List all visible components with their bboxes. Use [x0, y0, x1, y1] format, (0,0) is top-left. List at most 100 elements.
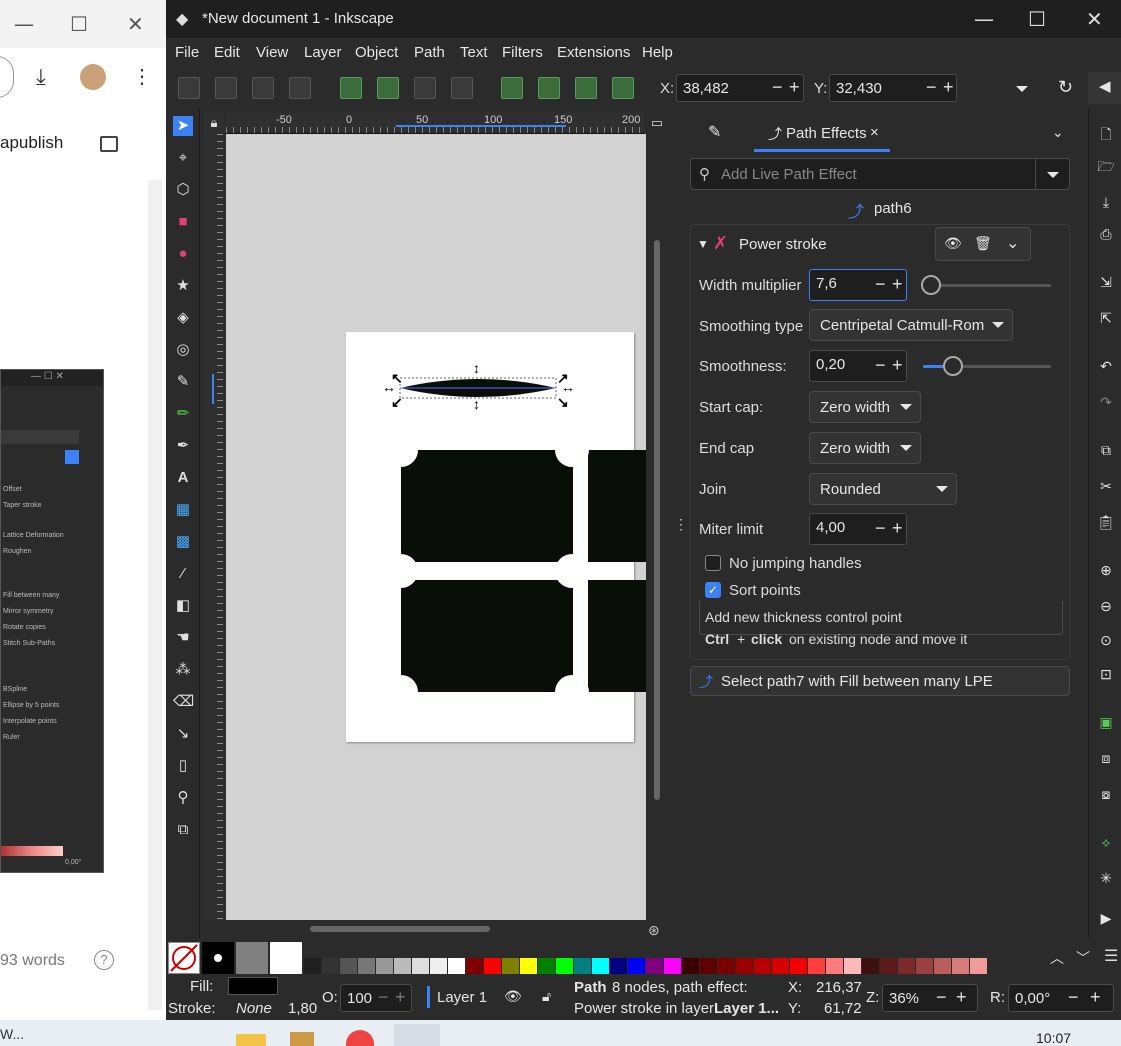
- save-icon[interactable]: ⤓: [1097, 194, 1115, 212]
- vertical-ruler[interactable]: [203, 134, 225, 920]
- palette-swatch[interactable]: [646, 958, 663, 974]
- palette-swatch[interactable]: [790, 958, 807, 974]
- eye-visible-icon[interactable]: 👁︎: [944, 235, 962, 252]
- palette-swatch[interactable]: [916, 958, 933, 974]
- deselect-button[interactable]: [252, 77, 274, 99]
- select-same-button[interactable]: [289, 77, 311, 99]
- join-select[interactable]: Rounded: [809, 473, 957, 505]
- palette-swatch[interactable]: [628, 958, 645, 974]
- smoothness-decrement-button[interactable]: −: [875, 355, 886, 376]
- lower-button[interactable]: [575, 77, 597, 99]
- menu-text[interactable]: Text: [460, 44, 488, 61]
- zoom-out-button[interactable]: −: [936, 987, 947, 1008]
- spiral-tool-icon[interactable]: ◎: [173, 340, 193, 360]
- scale-handle-se[interactable]: ↘: [557, 394, 569, 411]
- help-icon[interactable]: ?: [94, 950, 114, 970]
- inkscape-taskbar-icon[interactable]: [394, 1024, 440, 1046]
- scale-handle-n[interactable]: ↕: [473, 360, 480, 376]
- rotate-ccw-button[interactable]: [340, 77, 362, 99]
- palette-swatch[interactable]: [880, 958, 897, 974]
- palette-swatch[interactable]: [556, 958, 573, 974]
- palette-scroll-up-icon[interactable]: ︿: [1050, 948, 1064, 968]
- palette-menu-icon[interactable]: ☰: [1104, 946, 1118, 966]
- palette-swatch[interactable]: [502, 958, 519, 974]
- palette-swatch[interactable]: [358, 958, 375, 974]
- app-icon[interactable]: [290, 1032, 314, 1046]
- palette-swatch[interactable]: [538, 958, 555, 974]
- more-menu-icon[interactable]: ⋮: [132, 64, 152, 89]
- 3d-box-tool-icon[interactable]: ◈: [173, 308, 193, 328]
- maximize-icon[interactable]: ☐: [70, 12, 88, 36]
- ungroup-icon[interactable]: ✳: [1097, 870, 1115, 888]
- fill-indicator[interactable]: [228, 977, 278, 995]
- palette-swatch[interactable]: [448, 958, 465, 974]
- canvas-horizontal-scrollbar[interactable]: [310, 926, 490, 932]
- expand-arrow-icon[interactable]: ▶: [1097, 910, 1115, 928]
- measure-tool-icon[interactable]: ⧉: [173, 820, 193, 840]
- tab-path-effects[interactable]: ⤴ Path Effects ×: [754, 116, 890, 152]
- y-decrement-button[interactable]: −: [926, 77, 937, 98]
- pencil-tool-icon[interactable]: ✏: [173, 404, 193, 424]
- chrome-icon[interactable]: [346, 1030, 374, 1046]
- stroke-value[interactable]: None: [236, 1000, 272, 1017]
- flip-vertical-button[interactable]: [451, 77, 473, 99]
- tweak-tool-icon[interactable]: ☚: [173, 628, 193, 648]
- palette-swatch[interactable]: [664, 958, 681, 974]
- import-icon[interactable]: ⇲: [1097, 274, 1115, 292]
- scale-handle-e[interactable]: ↔: [561, 379, 575, 395]
- effect-menu-chevron-icon[interactable]: ⌄: [1006, 233, 1019, 253]
- palette-swatch[interactable]: [376, 958, 393, 974]
- x-decrement-button[interactable]: −: [772, 77, 783, 98]
- tile-shape[interactable]: [588, 580, 646, 692]
- palette-swatch[interactable]: [394, 958, 411, 974]
- start-cap-select[interactable]: Zero width: [809, 391, 921, 423]
- layer-visibility-icon[interactable]: 👁︎: [504, 988, 522, 1005]
- tile-shape[interactable]: [401, 580, 573, 692]
- calligraphy-tool-icon[interactable]: ✒: [173, 436, 193, 456]
- no-jumping-handles-checkbox[interactable]: [705, 555, 721, 571]
- palette-scroll-down-icon[interactable]: ﹀: [1076, 948, 1090, 968]
- rotate-minus-button[interactable]: −: [1068, 987, 1079, 1008]
- selector-tool-icon[interactable]: ➤: [173, 116, 193, 136]
- end-cap-select[interactable]: Zero width: [809, 432, 921, 464]
- menu-layer[interactable]: Layer: [304, 44, 342, 61]
- effect-list-dropdown[interactable]: [1047, 172, 1059, 178]
- palette-swatch[interactable]: [736, 958, 753, 974]
- paint-bucket-tool-icon[interactable]: ◧: [173, 596, 193, 616]
- layer-name[interactable]: Layer 1: [437, 989, 487, 1006]
- menu-edit[interactable]: Edit: [214, 44, 240, 61]
- palette-swatch[interactable]: [592, 958, 609, 974]
- add-effect-search[interactable]: ⚲ Add Live Path Effect: [690, 158, 1070, 190]
- miter-decrement-button[interactable]: −: [875, 518, 886, 539]
- palette-swatch[interactable]: [772, 958, 789, 974]
- dropper-tool-icon[interactable]: ⁄: [173, 564, 193, 584]
- gray-swatch[interactable]: [236, 942, 268, 974]
- scale-handle-w[interactable]: ↔: [382, 379, 396, 395]
- snap-toggle-icon[interactable]: ↻: [1058, 77, 1073, 98]
- browser-scrollbar[interactable]: [148, 180, 162, 1010]
- tile-shape[interactable]: [401, 450, 573, 562]
- palette-swatch[interactable]: [970, 958, 987, 974]
- zoom-drawing-icon[interactable]: ⊖: [1097, 598, 1115, 616]
- palette-swatch[interactable]: [700, 958, 717, 974]
- gradient-tool-icon[interactable]: ▦: [173, 500, 193, 520]
- export-icon[interactable]: ⇱: [1097, 310, 1115, 328]
- unlink-clone-icon[interactable]: ⧇: [1097, 786, 1115, 804]
- menu-path[interactable]: Path: [414, 44, 445, 61]
- display-mode-icon[interactable]: ▭: [646, 112, 668, 134]
- palette-swatch[interactable]: [826, 958, 843, 974]
- rotate-cw-button[interactable]: [377, 77, 399, 99]
- text-tool-icon[interactable]: A: [173, 468, 193, 488]
- zoom-width-icon[interactable]: ⊡: [1097, 666, 1115, 684]
- close-icon[interactable]: ✕: [1086, 7, 1103, 31]
- menu-file[interactable]: File: [175, 44, 199, 61]
- redo-icon[interactable]: ↷: [1097, 394, 1115, 412]
- canvas[interactable]: ↖ ↕ ↗ ↔ ↔ ↙ ↕ ↘: [226, 134, 646, 920]
- taskbar-search[interactable]: W...: [0, 1026, 24, 1042]
- lock-guides-icon[interactable]: 🔒︎: [204, 112, 224, 134]
- palette-swatch[interactable]: [430, 958, 447, 974]
- open-document-icon[interactable]: 🗁: [1097, 156, 1115, 174]
- select-path7-button[interactable]: ⤴ Select path7 with Fill between many LP…: [690, 666, 1070, 696]
- palette-swatch[interactable]: [322, 958, 339, 974]
- horizontal-ruler[interactable]: -50 0 50 100 150 200: [226, 112, 644, 134]
